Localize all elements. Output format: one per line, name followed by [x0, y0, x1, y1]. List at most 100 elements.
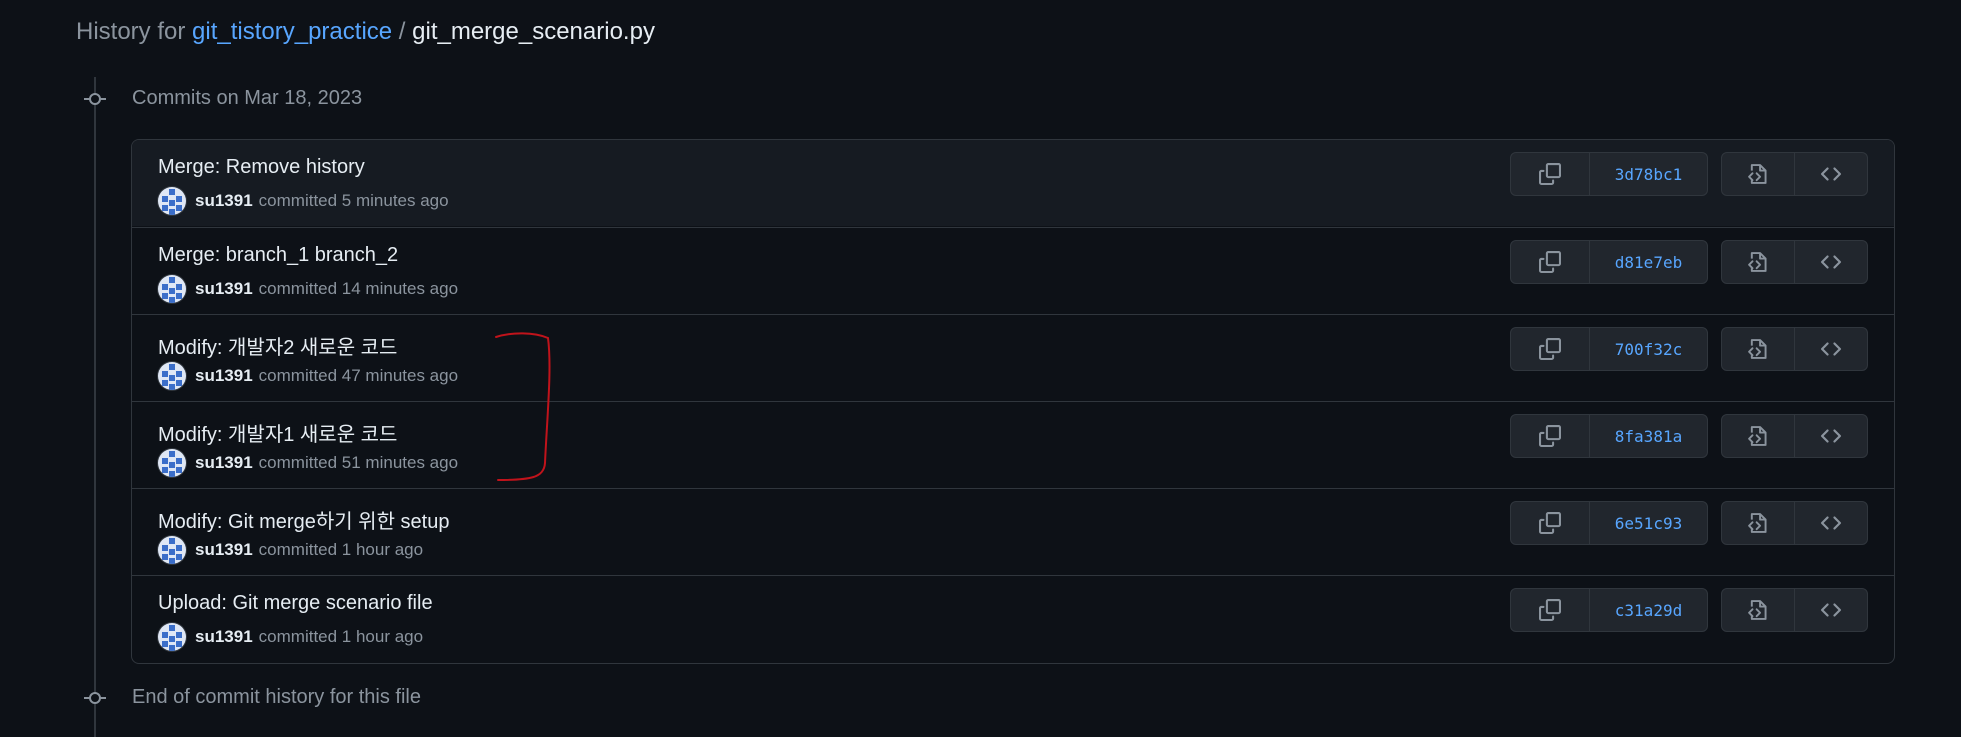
- copy-icon: [1539, 512, 1561, 534]
- commit-meta: su1391 committed 51 minutes ago: [158, 448, 458, 478]
- browse-repo-button[interactable]: [1794, 328, 1867, 370]
- sha-button-group: c31a29d: [1510, 588, 1708, 632]
- commit-meta: su1391 committed 47 minutes ago: [158, 361, 458, 391]
- copy-icon: [1539, 251, 1561, 273]
- commit-row: Modify: 개발자2 새로운 코드 su1391 committed 47 …: [132, 314, 1894, 400]
- browse-button-group: [1721, 240, 1868, 284]
- file-code-icon: [1748, 600, 1767, 620]
- commit-row: Upload: Git merge scenario file su1391 c…: [132, 575, 1894, 661]
- commit-author[interactable]: su1391: [195, 540, 253, 560]
- heading-prefix: History for: [76, 18, 186, 45]
- copy-sha-button[interactable]: [1511, 328, 1589, 370]
- avatar[interactable]: [158, 187, 186, 215]
- browse-repo-button[interactable]: [1794, 502, 1867, 544]
- commit-row: Modify: 개발자1 새로운 코드 su1391 committed 51 …: [132, 401, 1894, 487]
- commit-meta: su1391 committed 14 minutes ago: [158, 274, 458, 304]
- browse-repo-button[interactable]: [1794, 153, 1867, 195]
- commit-title[interactable]: Upload: Git merge scenario file: [158, 592, 433, 615]
- commit-row: Modify: Git merge하기 위한 setup su1391 comm…: [132, 488, 1894, 574]
- sha-button-group: d81e7eb: [1510, 240, 1708, 284]
- code-icon: [1820, 516, 1842, 530]
- commit-title[interactable]: Merge: Remove history: [158, 156, 365, 179]
- browse-repo-button[interactable]: [1794, 241, 1867, 283]
- file-code-icon: [1748, 252, 1767, 272]
- file-code-icon: [1748, 339, 1767, 359]
- commit-sha-link[interactable]: 3d78bc1: [1589, 153, 1707, 195]
- commit-time: committed 1 hour ago: [258, 540, 424, 559]
- commit-author[interactable]: su1391: [195, 366, 253, 386]
- commit-title[interactable]: Modify: 개발자1 새로운 코드: [158, 418, 397, 447]
- commit-time: committed 14 minutes ago: [258, 279, 459, 298]
- end-of-history-label: End of commit history for this file: [132, 686, 421, 708]
- repo-link[interactable]: git_tistory_practice: [192, 18, 392, 45]
- git-commit-icon: [84, 692, 106, 704]
- browse-button-group: [1721, 152, 1868, 196]
- sha-button-group: 3d78bc1: [1510, 152, 1708, 196]
- copy-sha-button[interactable]: [1511, 241, 1589, 283]
- commit-author[interactable]: su1391: [195, 279, 253, 299]
- avatar[interactable]: [158, 362, 186, 390]
- browse-button-group: [1721, 414, 1868, 458]
- commit-sha-link[interactable]: 8fa381a: [1589, 415, 1707, 457]
- path-separator: /: [398, 18, 406, 45]
- file-code-icon: [1748, 513, 1767, 533]
- code-icon: [1820, 603, 1842, 617]
- avatar[interactable]: [158, 275, 186, 303]
- file-name: git_merge_scenario.py: [412, 18, 655, 45]
- code-icon: [1820, 342, 1842, 356]
- page-heading: History for git_tistory_practice / git_m…: [76, 18, 655, 46]
- commit-sha-link[interactable]: c31a29d: [1589, 589, 1707, 631]
- commit-list: Merge: Remove history su1391 committed 5…: [131, 139, 1895, 664]
- commit-time: committed 5 minutes ago: [258, 191, 449, 210]
- copy-icon: [1539, 338, 1561, 360]
- code-icon: [1820, 167, 1842, 181]
- commit-row: Merge: branch_1 branch_2 su1391 committe…: [132, 227, 1894, 313]
- git-commit-icon: [84, 93, 106, 105]
- avatar[interactable]: [158, 449, 186, 477]
- view-file-button[interactable]: [1722, 328, 1794, 370]
- view-file-button[interactable]: [1722, 241, 1794, 283]
- commit-meta: su1391 committed 1 hour ago: [158, 622, 423, 652]
- view-file-button[interactable]: [1722, 415, 1794, 457]
- view-file-button[interactable]: [1722, 589, 1794, 631]
- copy-icon: [1539, 163, 1561, 185]
- sha-button-group: 6e51c93: [1510, 501, 1708, 545]
- commit-sha-link[interactable]: 6e51c93: [1589, 502, 1707, 544]
- browse-repo-button[interactable]: [1794, 589, 1867, 631]
- commit-author[interactable]: su1391: [195, 627, 253, 647]
- timeline-line: [94, 77, 96, 737]
- browse-button-group: [1721, 327, 1868, 371]
- commit-title[interactable]: Modify: 개발자2 새로운 코드: [158, 331, 397, 360]
- commit-title[interactable]: Modify: Git merge하기 위한 setup: [158, 505, 449, 534]
- commit-row: Merge: Remove history su1391 committed 5…: [132, 140, 1894, 226]
- commit-sha-link[interactable]: d81e7eb: [1589, 241, 1707, 283]
- sha-button-group: 700f32c: [1510, 327, 1708, 371]
- commit-sha-link[interactable]: 700f32c: [1589, 328, 1707, 370]
- commit-meta: su1391 committed 1 hour ago: [158, 535, 423, 565]
- commit-time: committed 51 minutes ago: [258, 453, 459, 472]
- commit-title[interactable]: Merge: branch_1 branch_2: [158, 244, 398, 267]
- browse-button-group: [1721, 501, 1868, 545]
- sha-button-group: 8fa381a: [1510, 414, 1708, 458]
- file-code-icon: [1748, 164, 1767, 184]
- commit-group-date: Commits on Mar 18, 2023: [132, 87, 363, 109]
- browse-button-group: [1721, 588, 1868, 632]
- code-icon: [1820, 429, 1842, 443]
- copy-sha-button[interactable]: [1511, 502, 1589, 544]
- browse-repo-button[interactable]: [1794, 415, 1867, 457]
- view-file-button[interactable]: [1722, 502, 1794, 544]
- copy-sha-button[interactable]: [1511, 589, 1589, 631]
- commit-time: committed 1 hour ago: [258, 627, 424, 646]
- commit-author[interactable]: su1391: [195, 453, 253, 473]
- copy-icon: [1539, 599, 1561, 621]
- copy-icon: [1539, 425, 1561, 447]
- avatar[interactable]: [158, 623, 186, 651]
- view-file-button[interactable]: [1722, 153, 1794, 195]
- copy-sha-button[interactable]: [1511, 153, 1589, 195]
- avatar[interactable]: [158, 536, 186, 564]
- commit-meta: su1391 committed 5 minutes ago: [158, 186, 449, 216]
- copy-sha-button[interactable]: [1511, 415, 1589, 457]
- file-code-icon: [1748, 426, 1767, 446]
- code-icon: [1820, 255, 1842, 269]
- commit-author[interactable]: su1391: [195, 191, 253, 211]
